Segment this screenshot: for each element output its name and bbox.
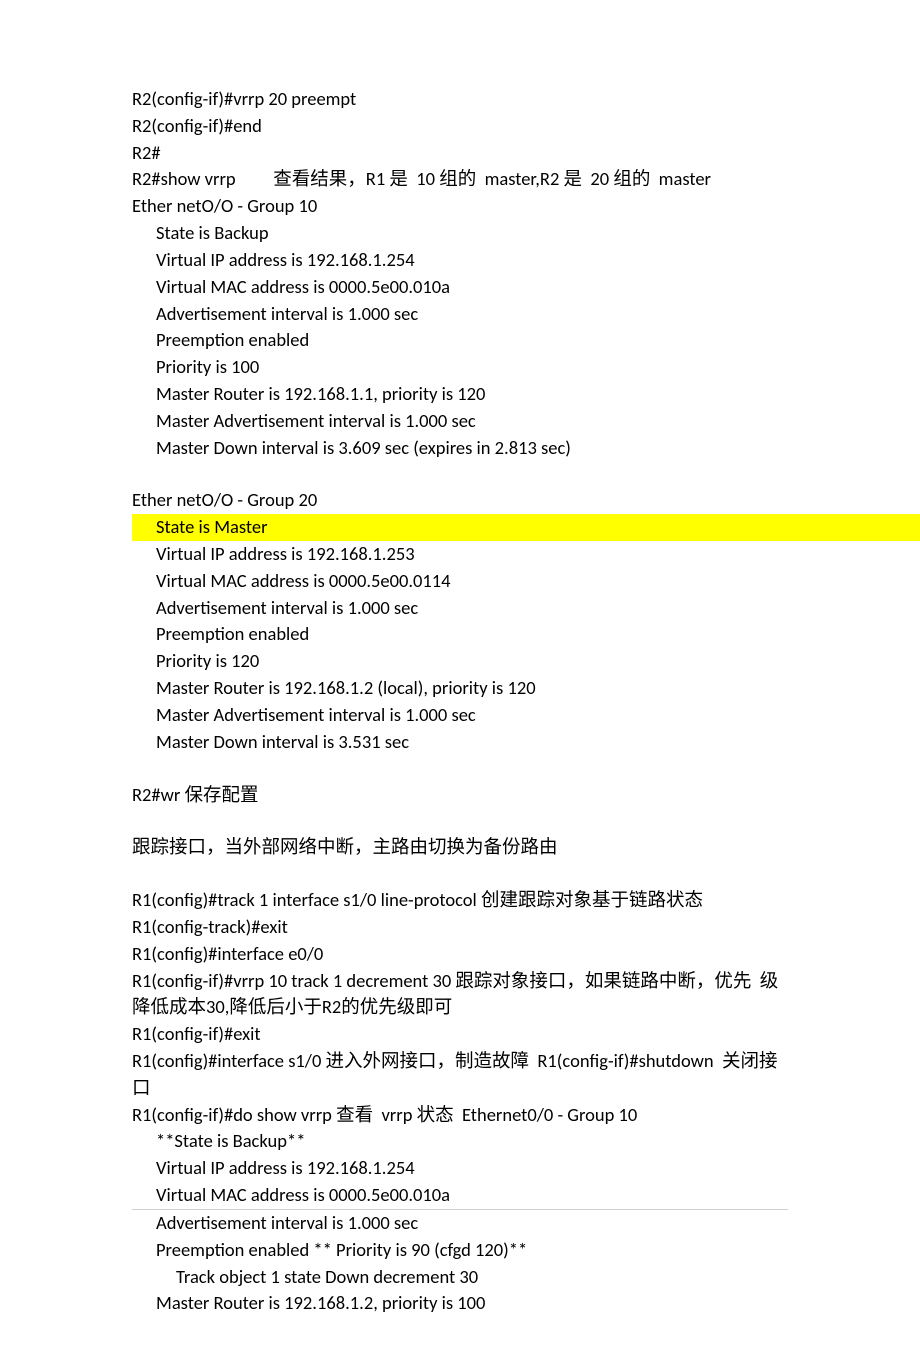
text-line: R1(config-if)#vrrp 10 track 1 decrement …: [132, 968, 788, 1022]
text-line: **State is Backup**: [132, 1128, 788, 1155]
text-line: R2(config-if)#vrrp 20 preempt: [132, 86, 788, 113]
text-line: State is Backup: [132, 220, 788, 247]
document-body: R2(config-if)#vrrp 20 preemptR2(config-i…: [132, 86, 788, 1317]
text-line: Ether netO/O - Group 20: [132, 487, 788, 514]
text-line: Virtual MAC address is 0000.5e00.0114: [132, 568, 788, 595]
text-line: Ether netO/O - Group 10: [132, 193, 788, 220]
text-line: Advertisement interval is 1.000 sec: [132, 301, 788, 328]
text-line: Virtual IP address is 192.168.1.254: [132, 1155, 788, 1182]
text-line: R1(config)#track 1 interface s1/0 line-p…: [132, 887, 788, 914]
text-line: Track object 1 state Down decrement 30: [132, 1264, 788, 1291]
text-line: R1(config)#interface e0/0: [132, 941, 788, 968]
text-line: Virtual IP address is 192.168.1.253: [132, 541, 788, 568]
text-line: Virtual MAC address is 0000.5e00.010a: [132, 1182, 788, 1209]
text-line: Virtual IP address is 192.168.1.254: [132, 247, 788, 274]
text-line: Priority is 120: [132, 648, 788, 675]
text-line: Master Router is 192.168.1.2 (local), pr…: [132, 675, 788, 702]
text-line: Priority is 100: [132, 354, 788, 381]
text-line: R1(config)#interface s1/0 进入外网接口，制造故障 R1…: [132, 1048, 788, 1102]
text-line: Master Router is 192.168.1.2, priority i…: [132, 1290, 788, 1317]
text-line: R2#: [132, 140, 788, 167]
text-line: Master Router is 192.168.1.1, priority i…: [132, 381, 788, 408]
text-line: Master Advertisement interval is 1.000 s…: [132, 702, 788, 729]
text-line: Master Advertisement interval is 1.000 s…: [132, 408, 788, 435]
text-line: State is Master: [132, 514, 920, 541]
text-line: 跟踪接口，当外部网络中断，主路由切换为备份路由: [132, 834, 788, 861]
blank-line: [132, 861, 788, 887]
blank-line: [132, 808, 788, 834]
text-line: R2#wr 保存配置: [132, 782, 788, 809]
blank-line: [132, 461, 788, 487]
text-line: R1(config-track)#exit: [132, 914, 788, 941]
text-line: R1(config-if)#do show vrrp 查看 vrrp 状态 Et…: [132, 1102, 788, 1129]
text-line: R1(config-if)#exit: [132, 1021, 788, 1048]
text-line: Virtual MAC address is 0000.5e00.010a: [132, 274, 788, 301]
text-line: Advertisement interval is 1.000 sec: [132, 595, 788, 622]
text-line: Master Down interval is 3.531 sec: [132, 729, 788, 756]
text-line: Preemption enabled: [132, 621, 788, 648]
text-line: R2#show vrrp 查看结果，R1 是 10 组的 master,R2 是…: [132, 166, 788, 193]
text-line: Preemption enabled: [132, 327, 788, 354]
text-line: Preemption enabled ** Priority is 90 (cf…: [132, 1237, 788, 1264]
text-line: R2(config-if)#end: [132, 113, 788, 140]
blank-line: [132, 756, 788, 782]
text-line: Advertisement interval is 1.000 sec: [132, 1210, 788, 1237]
text-line: Master Down interval is 3.609 sec (expir…: [132, 435, 788, 462]
